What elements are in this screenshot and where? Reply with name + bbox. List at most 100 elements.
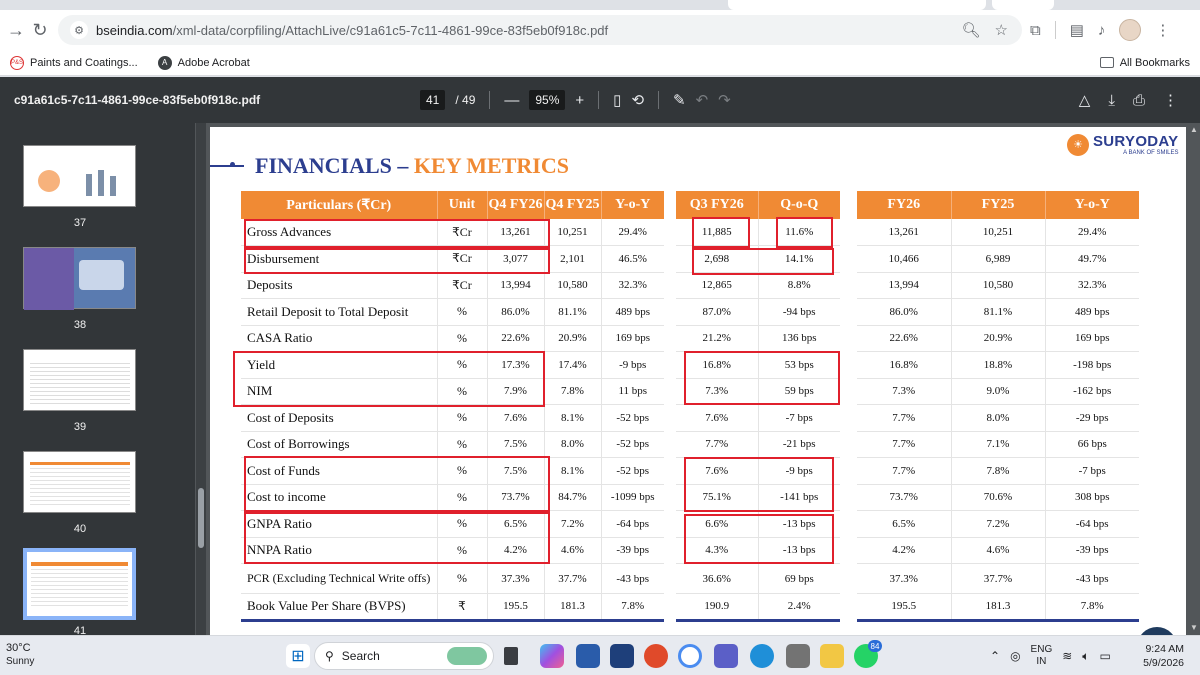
battery-icon[interactable]: ▭ [1099, 649, 1110, 663]
highlight-gross-advances [244, 219, 550, 248]
thumbnail-page-38[interactable] [23, 247, 136, 310]
table-cell: 11 bps [601, 378, 664, 405]
table-cell: 8.8% [758, 272, 840, 299]
annotate-icon[interactable]: ✎ [673, 91, 686, 109]
bookmark-paints[interactable]: P&S Paints and Coatings... [10, 55, 138, 70]
file-explorer-icon[interactable] [820, 644, 844, 668]
highlight-qoq-advances [776, 217, 833, 248]
table-cell: ₹Cr [437, 272, 488, 299]
thumbnail-page-number: 38 [73, 319, 87, 331]
system-tray: ⌃ ◎ ENG IN ≋ 🔈︎ ▭ [990, 636, 1111, 675]
windows-start-icon[interactable]: ⊞ [286, 644, 310, 668]
table-row: 6.5% 7.2% -64 bps [857, 510, 1139, 538]
fit-page-icon[interactable]: ▯ [613, 91, 621, 109]
zoom-out-button[interactable]: — [504, 92, 519, 109]
thumbnail-page-39[interactable] [23, 349, 136, 411]
table-cell: 7.7% [857, 404, 952, 432]
scrollbar-thumb[interactable] [198, 488, 204, 548]
table-cell: 37.3% [487, 563, 545, 594]
table-cell: 195.5 [857, 593, 952, 622]
thumbnail-page-41[interactable] [23, 548, 136, 620]
chevron-up-icon[interactable]: ⌃ [990, 649, 1000, 663]
table-cell: % [437, 404, 488, 432]
menu-kebab-icon[interactable]: ⋮ [1155, 21, 1170, 39]
table-cell: 69 bps [758, 563, 840, 594]
table-cell: 8.1% [544, 457, 602, 485]
divider [489, 91, 491, 109]
drive-save-icon[interactable]: △ [1079, 91, 1091, 109]
reading-mode-icon[interactable]: ▤ [1070, 21, 1084, 39]
site-info-icon[interactable]: ⚙ [70, 21, 88, 39]
logo-tagline: A BANK OF SMILES [1123, 150, 1179, 156]
wifi-icon[interactable]: ≋ [1062, 649, 1072, 663]
tray-app-icon[interactable]: ◎ [1010, 649, 1020, 663]
teams-icon[interactable] [714, 644, 738, 668]
browser-tab[interactable] [728, 0, 986, 10]
scroll-down-icon[interactable]: ▼ [1190, 623, 1198, 632]
task-view-icon[interactable] [504, 647, 518, 665]
adobe-favicon-icon: A [157, 55, 172, 70]
table-cell: 8.0% [544, 431, 602, 458]
zoom-level-input[interactable]: 95% [529, 90, 566, 110]
chrome-active-icon[interactable] [678, 644, 702, 668]
table-cell: 17.4% [544, 351, 602, 379]
table-cell: 46.5% [601, 245, 664, 273]
table-cell: 6.5% [857, 510, 952, 538]
app-icon[interactable] [610, 644, 634, 668]
reload-icon[interactable]: ↻ [26, 16, 54, 44]
table-cell: 37.3% [857, 563, 952, 594]
chrome-icon[interactable] [644, 644, 668, 668]
bookmark-star-icon[interactable]: ☆ [995, 21, 1008, 39]
print-icon[interactable]: ⎙ [1133, 92, 1145, 109]
calculator-icon[interactable] [786, 644, 810, 668]
url-text[interactable]: bseindia.com/xml-data/corpfiling/AttachL… [96, 23, 608, 38]
rotate-icon[interactable]: ⟲ [631, 91, 644, 109]
bookmarks-bar: P&S Paints and Coatings... A Adobe Acrob… [0, 50, 1200, 76]
sidebar-scrollbar[interactable] [196, 123, 206, 635]
table-cell: 81.1% [951, 298, 1046, 326]
table-cell: 181.3 [951, 593, 1046, 622]
thumbnail-page-number: 37 [73, 217, 87, 229]
thumbnail-page-37[interactable] [23, 145, 136, 207]
table-row: 7.7% -21 bps [676, 431, 840, 458]
thumbnail-page-40[interactable] [23, 451, 136, 513]
more-options-icon[interactable]: ⋮ [1163, 91, 1178, 109]
main-scrollbar[interactable]: ▲ ▼ [1188, 123, 1200, 635]
extensions-icon[interactable]: ⧉ [1030, 22, 1041, 39]
table-cell: 190.9 [676, 593, 759, 622]
store-icon[interactable] [576, 644, 600, 668]
page-nav-button[interactable] [1137, 627, 1177, 635]
table-cell: -94 bps [758, 298, 840, 326]
undo-icon[interactable]: ↶ [696, 91, 709, 109]
system-clock[interactable]: 9:24 AM 5/9/2026 [1143, 642, 1184, 670]
address-bar[interactable]: ⚙ bseindia.com/xml-data/corpfiling/Attac… [58, 15, 1022, 45]
table-cell: 18.8% [951, 351, 1046, 379]
copilot-icon[interactable] [540, 644, 564, 668]
table-cell: 169 bps [1045, 325, 1139, 352]
zoom-search-icon[interactable]: 🔍︎ [962, 21, 981, 39]
pdf-file-name: c91a61c5-7c11-4861-99ce-83f5eb0f918c.pdf [14, 93, 261, 107]
download-icon[interactable]: ⤓ [1108, 92, 1115, 109]
table-cell: 7.7% [857, 431, 952, 458]
media-icon[interactable]: ♪ [1098, 22, 1106, 39]
volume-icon[interactable]: 🔈︎ [1082, 649, 1089, 664]
scroll-up-icon[interactable]: ▲ [1190, 125, 1198, 134]
folder-icon [1099, 57, 1114, 68]
taskbar-search[interactable]: ⚲ Search [314, 642, 494, 670]
paints-favicon-icon: P&S [10, 55, 24, 70]
weather-widget[interactable]: 30°C Sunny [6, 641, 34, 669]
table-cell: 12,865 [676, 272, 759, 299]
redo-icon[interactable]: ↷ [718, 91, 731, 109]
zoom-in-button[interactable]: + [575, 92, 584, 109]
table-cell: ₹ [437, 593, 488, 622]
table-cell: 86.0% [487, 298, 545, 326]
page-number-input[interactable]: 41 [420, 90, 446, 110]
profile-avatar[interactable] [1119, 19, 1142, 41]
bookmark-adobe[interactable]: A Adobe Acrobat [157, 55, 250, 70]
table-row: PCR (Excluding Technical Write offs)% 37.… [241, 563, 664, 594]
fy-metrics-table: FY26 FY25 Y-o-Y 13,261 10,251 29.4% 10,466 6,9… [857, 191, 1139, 622]
edge-icon[interactable] [750, 644, 774, 668]
all-bookmarks-button[interactable]: All Bookmarks [1099, 57, 1190, 69]
language-indicator[interactable]: ENG IN [1031, 644, 1053, 668]
browser-tab[interactable] [992, 0, 1054, 10]
